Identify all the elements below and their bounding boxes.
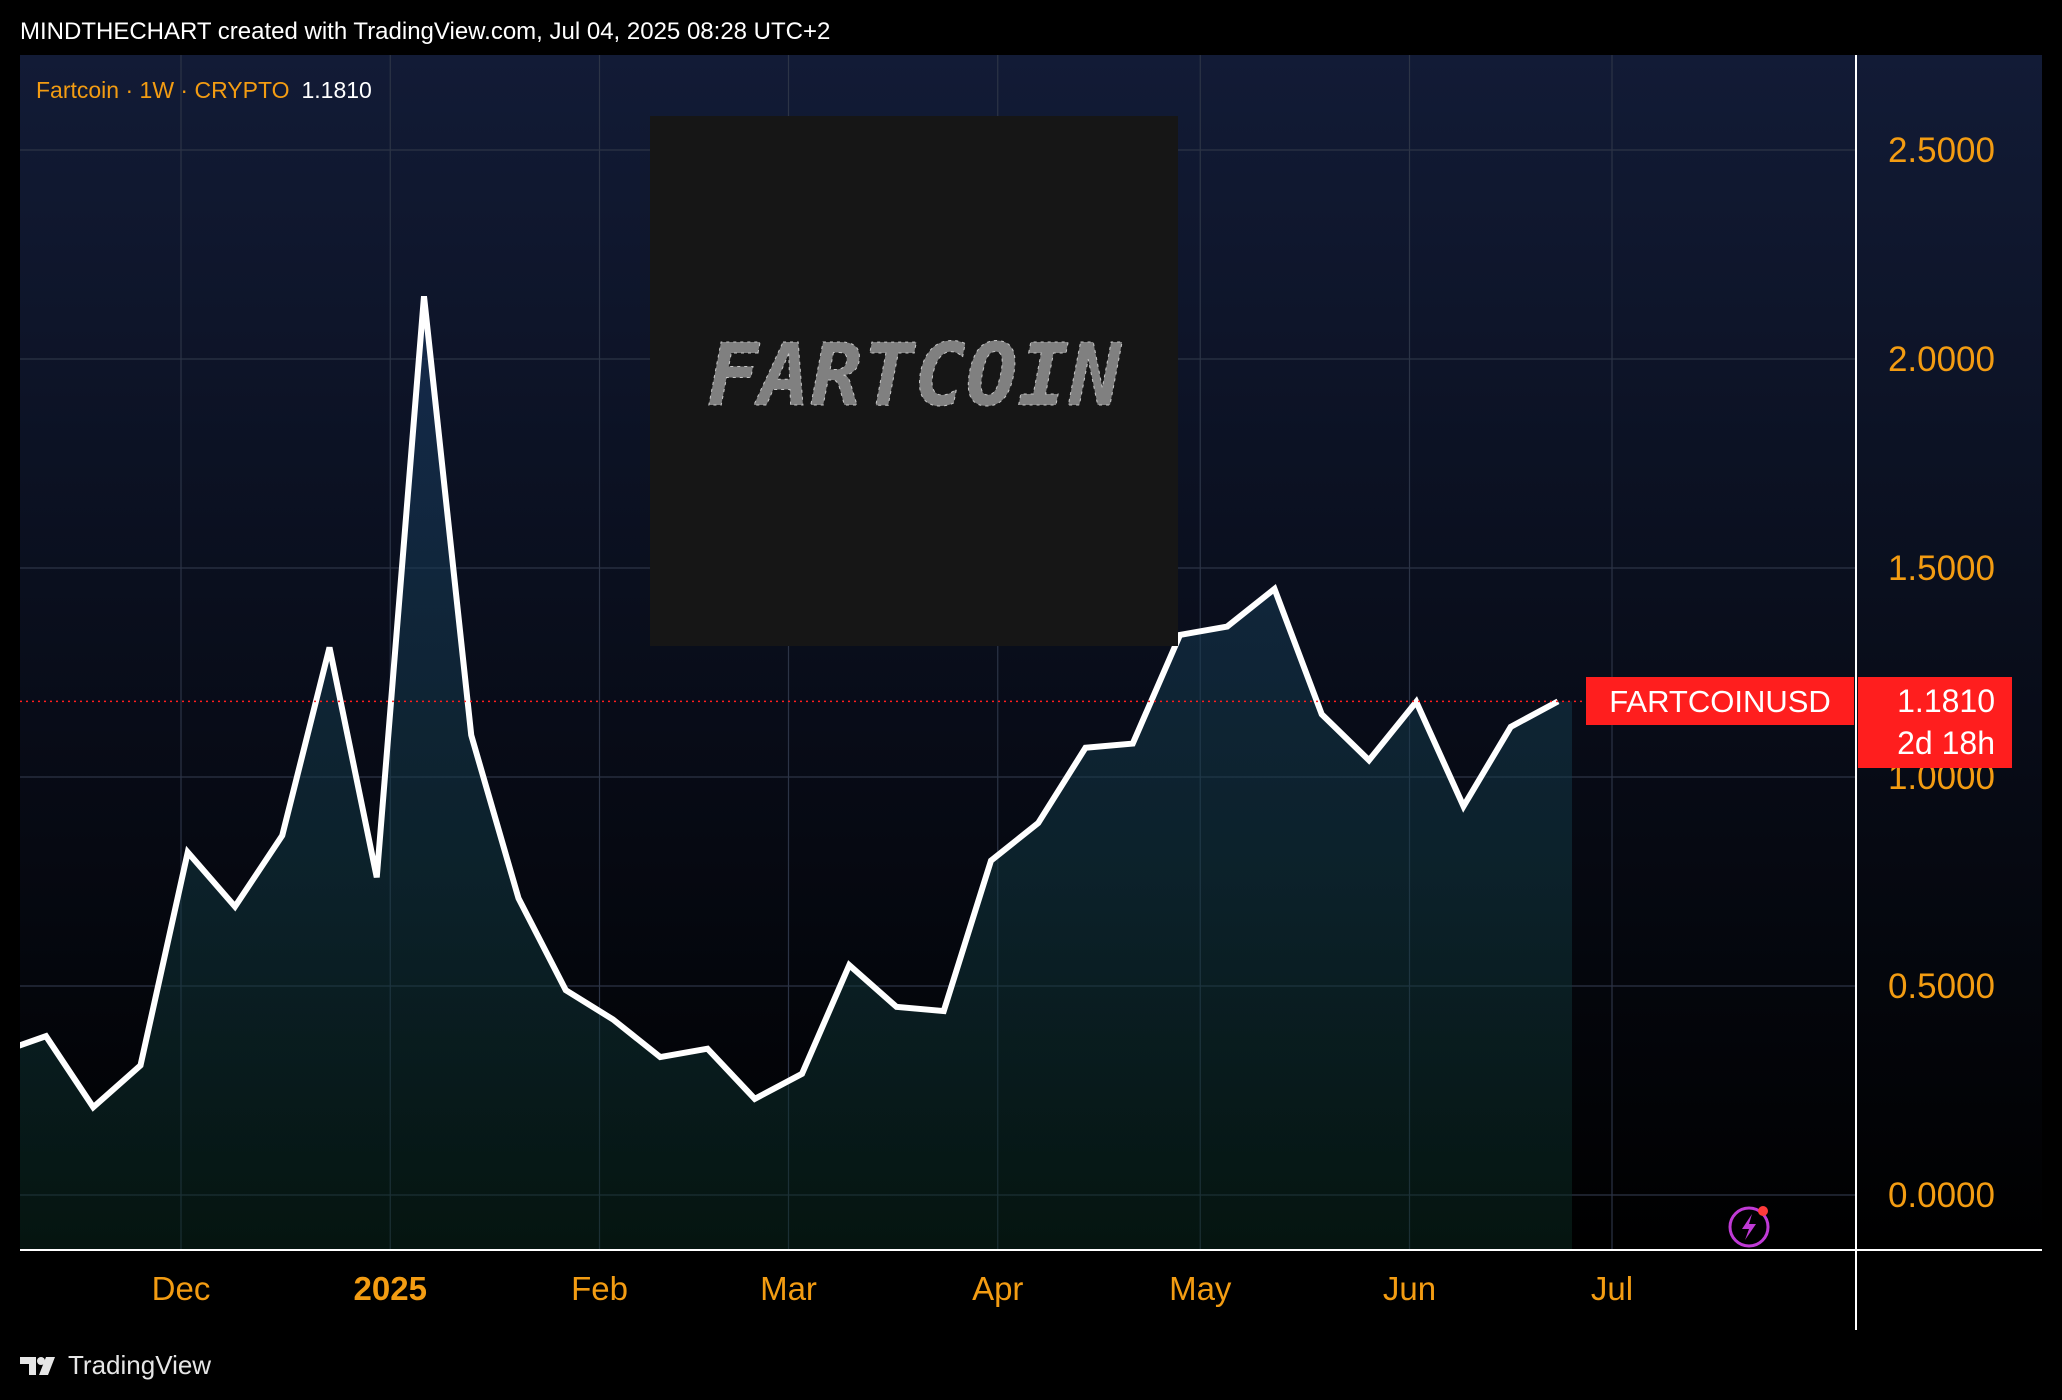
y-tick-label: 0.0000 [1888, 1176, 1995, 1215]
symbol-tag-text: FARTCOINUSD [1609, 684, 1831, 719]
x-tick-label: Jun [1383, 1270, 1436, 1307]
x-tick-label: Mar [760, 1270, 817, 1307]
price-tag-value: 1.1810 [1897, 683, 1995, 719]
y-tick-label: 0.5000 [1888, 967, 1995, 1006]
x-tick-label: Jul [1591, 1270, 1633, 1307]
legend-symbol: Fartcoin · 1W · CRYPTO [36, 77, 290, 103]
y-tick-label: 1.5000 [1888, 549, 1995, 588]
inset-logo-text: FARTCOIN [707, 326, 1122, 426]
x-tick-label: Dec [152, 1270, 211, 1307]
x-tick-label: May [1169, 1270, 1232, 1307]
axis-panel [20, 1252, 2042, 1330]
x-tick-label: Apr [972, 1270, 1023, 1307]
price-tag-countdown: 2d 18h [1897, 725, 1995, 761]
chart-legend: Fartcoin · 1W · CRYPTO 1.1810 [36, 77, 372, 104]
inset-logo-image: FARTCOIN [650, 116, 1178, 646]
y-tick-label: 2.0000 [1888, 340, 1995, 379]
tradingview-logo-icon [20, 1356, 55, 1375]
footer-logo[interactable]: TradingView [20, 1350, 211, 1381]
footer-brand-text: TradingView [68, 1350, 212, 1380]
x-tick-label: Feb [571, 1270, 628, 1307]
x-tick-label: 2025 [354, 1270, 427, 1307]
legend-last-price: 1.1810 [301, 77, 372, 103]
chart-canvas[interactable]: 0.00000.50001.00001.50002.00002.5000 Dec… [0, 0, 2062, 1400]
y-tick-label: 2.5000 [1888, 131, 1995, 170]
